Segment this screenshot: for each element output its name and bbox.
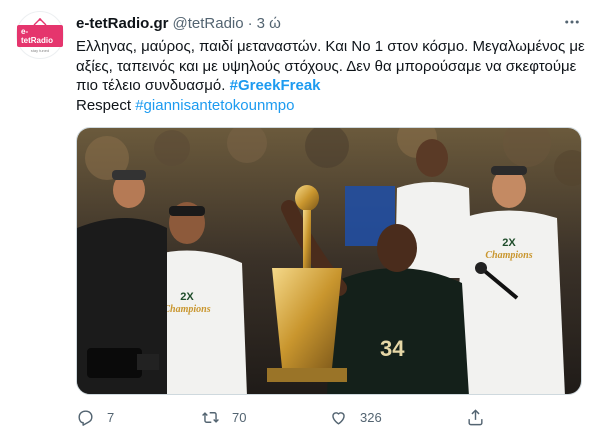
shirt-print-text: 2X (180, 291, 194, 303)
share-icon (468, 408, 483, 425)
tweet-body-text: Ελληνας, μαύρος, παιδί μεταναστών. Και Ν… (76, 38, 585, 94)
shirt-print-text-3: 2X (502, 237, 516, 249)
more-options-button[interactable] (562, 12, 582, 32)
hashtag-link-greekfreak[interactable]: #GreekFreak (230, 77, 321, 94)
share-button[interactable] (466, 403, 485, 431)
logo-text: e-tetRadio (17, 24, 63, 47)
like-count: 326 (360, 409, 382, 425)
shirt-print-text-4: Champions (485, 250, 532, 261)
shirt-print-text-2: Champions (163, 304, 210, 315)
tweet-image[interactable]: 2X Champions 2X Champions 34 (76, 127, 582, 395)
reply-button[interactable]: 7 (76, 403, 114, 431)
user-handle[interactable]: @tetRadio (173, 15, 244, 32)
reply-count: 7 (107, 409, 115, 425)
tweet-body-respect: Respect (76, 96, 132, 114)
tweet-actions: 7 70 326 (76, 403, 582, 431)
e-tetradio-logo: e-tetRadio stay tuned (17, 17, 63, 53)
more-horizontal-icon (565, 20, 579, 24)
avatar[interactable]: e-tetRadio stay tuned (16, 11, 64, 59)
jersey-number: 34 (380, 336, 405, 361)
retweet-icon (202, 411, 219, 423)
reply-icon (78, 409, 93, 426)
hashtag-link-giannis[interactable]: #giannisantetokounmpo (135, 97, 294, 114)
celebration-photo: 2X Champions 2X Champions 34 (77, 128, 581, 394)
dot-separator: · (247, 14, 253, 32)
heart-icon (332, 411, 345, 425)
tweet-text: Ελληνας, μαύρος, παιδί μεταναστών. Και Ν… (76, 37, 586, 115)
like-button[interactable]: 326 (329, 403, 382, 431)
retweet-count: 70 (232, 409, 247, 425)
retweet-button[interactable]: 70 (201, 403, 246, 431)
display-name[interactable]: e-tetRadio.gr (76, 15, 169, 32)
timestamp[interactable]: 3 ώ (257, 15, 281, 32)
tweet-header: e-tetRadio.gr @tetRadio · 3 ώ (76, 13, 582, 33)
logo-tagline: stay tuned (30, 47, 50, 53)
